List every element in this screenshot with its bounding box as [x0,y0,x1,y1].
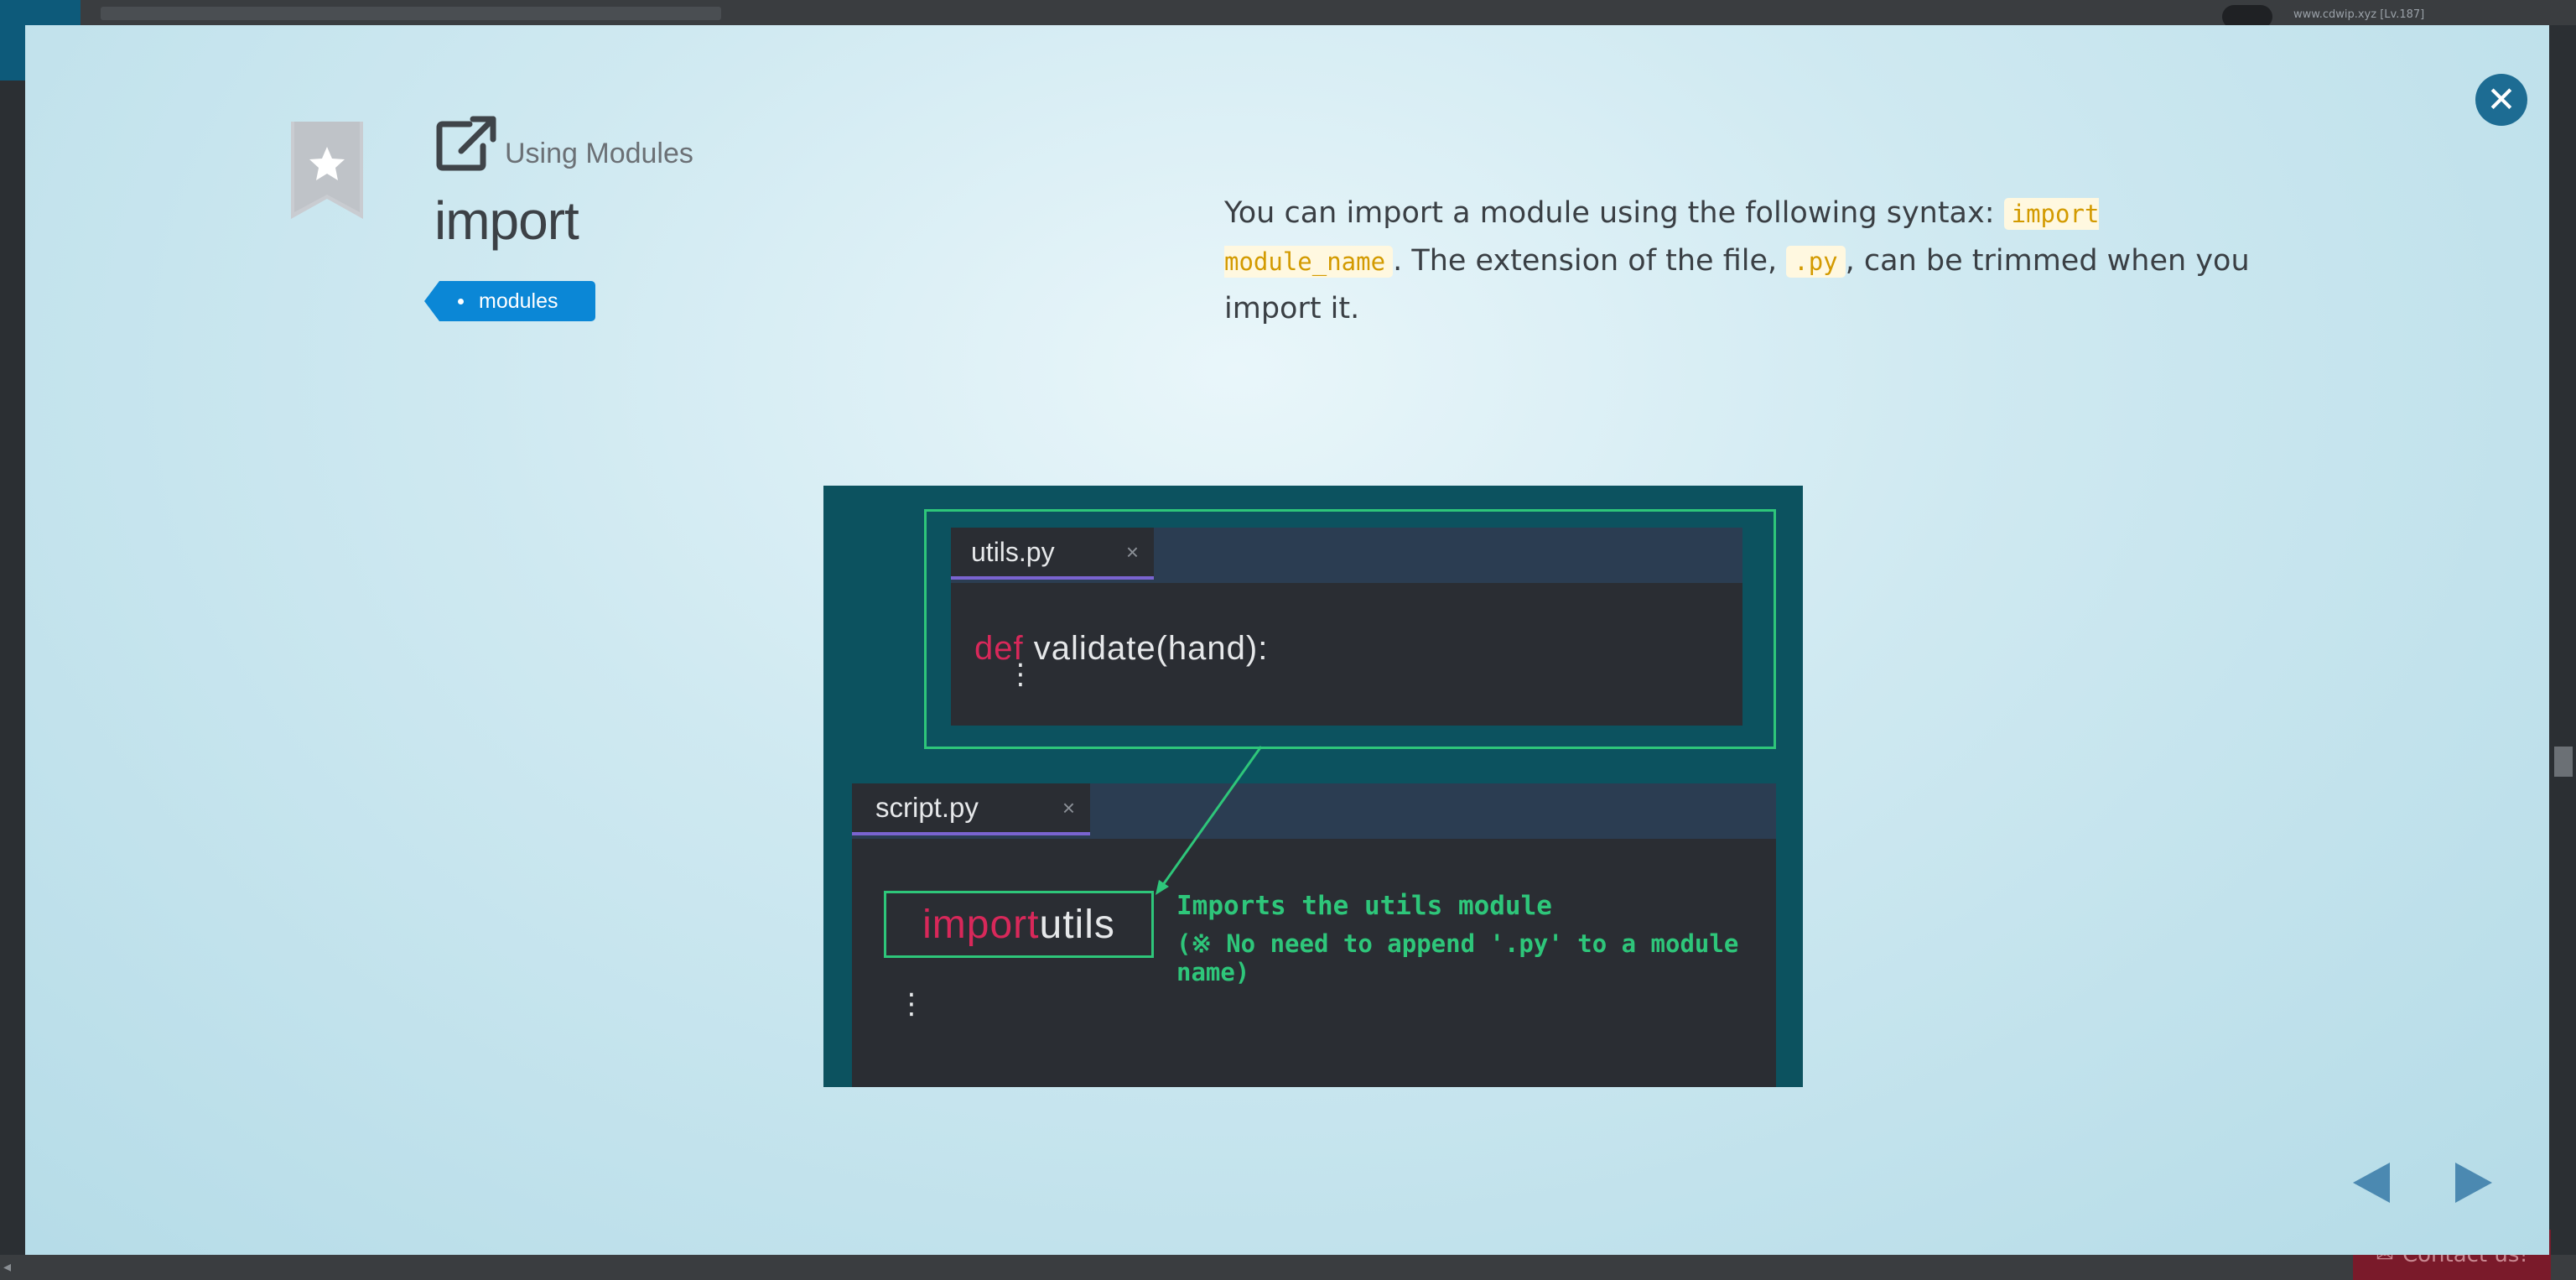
bookmark-icon[interactable] [291,122,363,219]
inline-code: .py [1786,246,1846,278]
next-arrow-icon[interactable] [2455,1163,2492,1203]
tab-label: script.py [875,792,979,823]
editor-tab: script.py × [852,783,1090,835]
description-text: . The extension of the file, [1393,244,1787,278]
card-modal: ✕ Using Modules import modules You can i… [25,25,2549,1255]
editor-window-script: script.py × import utils Imports the uti… [852,783,1776,1087]
external-link-icon[interactable] [436,116,496,171]
ellipsis-icon: ⋮ [897,987,926,1021]
scrollbar-thumb[interactable] [2554,747,2573,777]
annotation-title: Imports the utils module [1176,891,1552,921]
editor-tabbar: script.py × [852,783,1776,839]
close-button[interactable]: ✕ [2475,74,2527,126]
code-text: utils [1039,902,1115,947]
close-icon: ✕ [2486,79,2516,120]
tag-label: modules [479,289,558,313]
tag-modules[interactable]: modules [424,281,595,321]
previous-arrow-icon[interactable] [2353,1163,2390,1203]
annotation-note: (※ No need to append '.py' to a module n… [1176,929,1739,986]
ellipsis-icon: ⋮ [1006,658,1035,691]
editor-tabbar: utils.py × [951,528,1742,583]
section-title: Using Modules [505,138,693,169]
description-text: You can import a module using the follow… [1224,196,2004,230]
address-bar [101,7,721,20]
description: You can import a module using the follow… [1224,190,2272,332]
scroll-left-icon: ◂ [3,1258,12,1276]
code-illustration: utils.py × def validate(hand): ⋮ script.… [823,486,1803,1087]
tab-label: utils.py [971,536,1055,567]
code-text: validate(hand): [1023,630,1269,667]
user-label: www.cdwip.xyz [Lv.187] [2293,8,2425,21]
tab-close-icon: × [1062,794,1075,820]
tag-dot-icon [458,298,464,304]
tab-close-icon: × [1125,539,1139,565]
editor-tab: utils.py × [951,528,1154,580]
editor-window-utils: utils.py × def validate(hand): ⋮ [951,528,1742,726]
page-title: import [434,190,579,251]
import-statement: import utils [884,891,1154,958]
bottom-bar [0,1255,2576,1280]
code-keyword: import [922,902,1040,947]
